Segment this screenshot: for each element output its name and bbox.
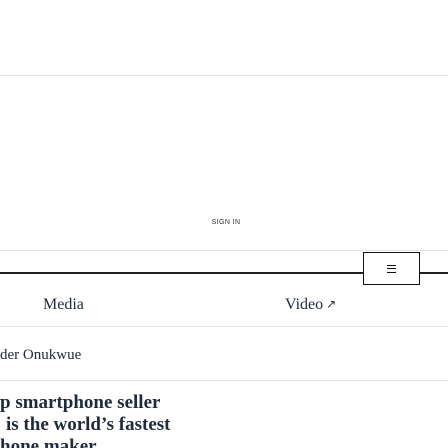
nav-link-video[interactable]: Video ↗ [285,296,336,314]
headline-line: hone maker [0,436,97,448]
nav-link-video-label: Video [285,296,324,313]
headline-line: p smartphone seller [0,392,161,413]
external-link-arrow-icon: ↗ [326,297,337,311]
article-author: der Onukwue [0,347,82,363]
divider [0,250,448,251]
nav-link-media[interactable]: Media [43,296,84,314]
nav-link-media-label: Media [43,296,84,313]
divider [0,380,448,381]
article-headline[interactable]: p smartphone seller is the world’s faste… [0,392,448,448]
page: SIGN IN Media Video ↗ der Onukwue p smart… [0,0,448,448]
divider [0,326,448,327]
divider [0,75,448,76]
hamburger-menu-icon [387,264,396,273]
menu-button[interactable] [363,252,420,285]
headline-line: is the world’s fastest [6,414,171,435]
sign-in-link[interactable]: SIGN IN [196,219,256,226]
